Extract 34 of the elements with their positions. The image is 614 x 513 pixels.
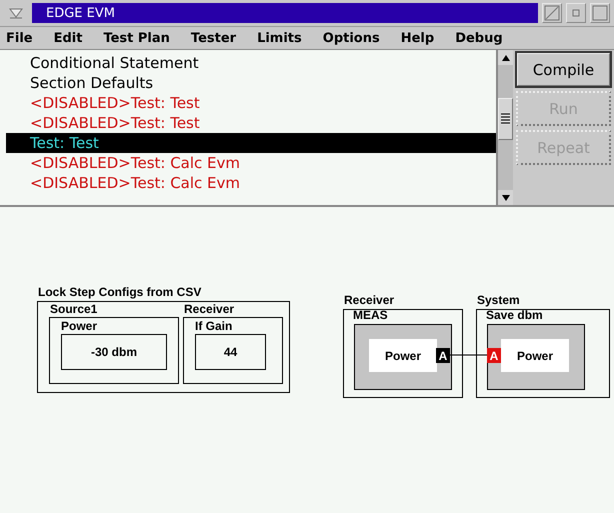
scroll-thumb[interactable] (498, 98, 513, 140)
test-list-item[interactable]: Test: Test (6, 133, 496, 153)
group-title: Lock Step Configs from CSV (38, 285, 202, 299)
window-title: EDGE EVM (46, 6, 115, 20)
value-box: 44 (195, 334, 266, 370)
menu-item[interactable]: Debug (455, 30, 503, 46)
block-category: Source1 (50, 302, 98, 316)
param-box: Power (369, 339, 437, 372)
value-box: -30 dbm (61, 334, 167, 370)
block-name: If Gain (195, 319, 232, 333)
minimize-button[interactable] (566, 3, 586, 23)
output-port[interactable]: A (436, 348, 450, 363)
param-box: Power (501, 339, 569, 372)
node-name: Save dbm (486, 308, 543, 322)
menu-item[interactable]: Help (400, 30, 434, 46)
menu-item[interactable]: Options (322, 30, 380, 46)
node-category: System (477, 293, 520, 307)
window-menu-icon[interactable] (8, 6, 24, 20)
test-list-item[interactable]: Conditional Statement (6, 53, 496, 73)
maximize-button[interactable] (590, 3, 610, 23)
menu-item[interactable]: Limits (257, 30, 302, 46)
menu-item[interactable]: Tester (190, 30, 236, 46)
close-button[interactable] (542, 3, 562, 23)
input-port[interactable]: A (487, 348, 501, 363)
scrollbar[interactable] (497, 50, 513, 205)
node-category: Receiver (344, 293, 394, 307)
menu-item[interactable]: File (6, 30, 33, 46)
menu-item[interactable]: Edit (54, 30, 82, 46)
action-button[interactable]: Compile (516, 52, 611, 87)
block-name: Power (61, 319, 98, 333)
node-name: MEAS (353, 308, 388, 322)
menu-item[interactable]: Test Plan (103, 30, 170, 46)
block-category: Receiver (184, 302, 234, 316)
test-list-item[interactable]: Section Defaults (6, 73, 496, 93)
